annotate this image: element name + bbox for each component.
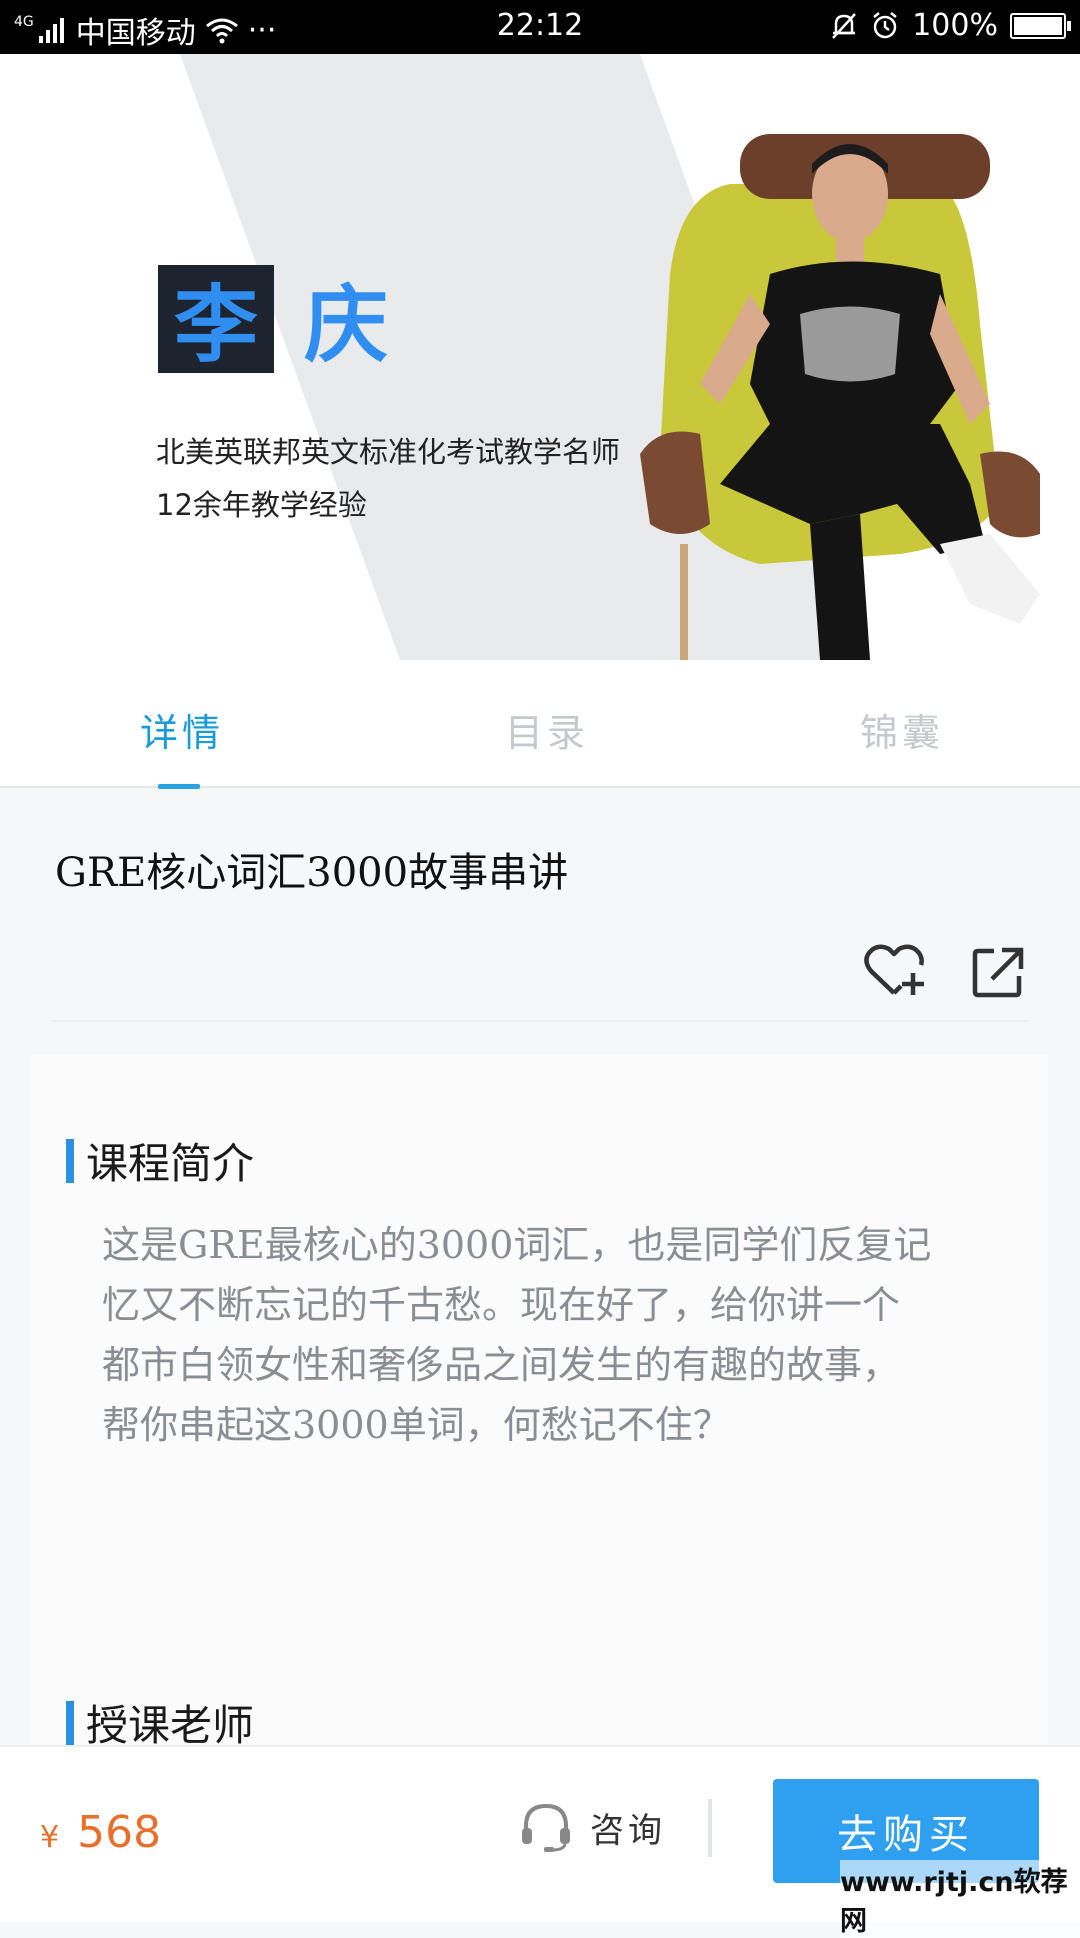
- status-right: 100%: [830, 8, 1071, 43]
- bell-mute-icon: [832, 12, 857, 39]
- tab-tips[interactable]: 锦囊: [860, 702, 944, 757]
- teacher-name-char-1: 李: [158, 264, 274, 374]
- battery-percent: 100%: [912, 8, 998, 43]
- course-title: GRE核心词汇3000故事串讲: [55, 850, 569, 896]
- headset-icon: [522, 1803, 570, 1852]
- intro-line-2: 忆又不断忘记的千古愁。现在好了，给你讲一个: [102, 1283, 901, 1327]
- intro-line-3: 都市白领女性和奢侈品之间发生的有趣的故事，: [102, 1343, 901, 1387]
- title-divider: [52, 1020, 1028, 1022]
- tab-bar: 详情 目录 锦囊: [0, 660, 1080, 789]
- teacher-name: 李 庆: [158, 258, 388, 379]
- intro-section-header: 课程简介: [66, 1130, 254, 1191]
- alarm-icon: [873, 11, 897, 38]
- price: ¥ 568: [40, 1807, 161, 1858]
- currency-symbol: ¥: [40, 1820, 60, 1855]
- teacher-photo: [640, 134, 1040, 660]
- teacher-experience: 12余年教学经验: [156, 488, 367, 522]
- intro-text: 这是GRE最核心的3000词汇，也是同学们反复记 忆又不断忘记的千古愁。现在好了…: [102, 1215, 1002, 1455]
- site-watermark: www.rjtj.cn软荐网: [840, 1860, 1080, 1938]
- teacher-title: 北美英联邦英文标准化考试教学名师: [156, 435, 621, 469]
- price-value: 568: [77, 1807, 162, 1858]
- consult-button[interactable]: 咨询: [520, 1802, 666, 1852]
- teacher-banner: 李 庆 北美英联邦英文标准化考试教学名师 12余年教学经验: [0, 54, 1080, 660]
- heart-plus-icon[interactable]: [863, 943, 925, 999]
- consult-label: 咨询: [590, 1810, 666, 1851]
- teacher-heading: 授课老师: [86, 1701, 255, 1750]
- section-marker: [66, 1138, 74, 1183]
- intro-line-4: 帮你串起这3000单词，何愁记不住？: [102, 1403, 731, 1447]
- intro-heading: 课程简介: [86, 1139, 255, 1188]
- status-bar: 4G 中国移动 ··· 22:12 100%: [0, 0, 1080, 54]
- action-divider: [708, 1799, 712, 1857]
- battery-icon: [1010, 12, 1071, 39]
- share-icon[interactable]: [972, 943, 1024, 999]
- tab-details[interactable]: 详情: [140, 702, 224, 757]
- tab-catalog[interactable]: 目录: [505, 702, 589, 757]
- intro-line-1: 这是GRE最核心的3000词汇，也是同学们反复记: [102, 1223, 932, 1267]
- teacher-name-char-2: 庆: [304, 276, 389, 374]
- section-marker: [66, 1700, 74, 1745]
- teacher-section-header: 授课老师: [66, 1692, 254, 1753]
- active-tab-indicator: [158, 784, 200, 789]
